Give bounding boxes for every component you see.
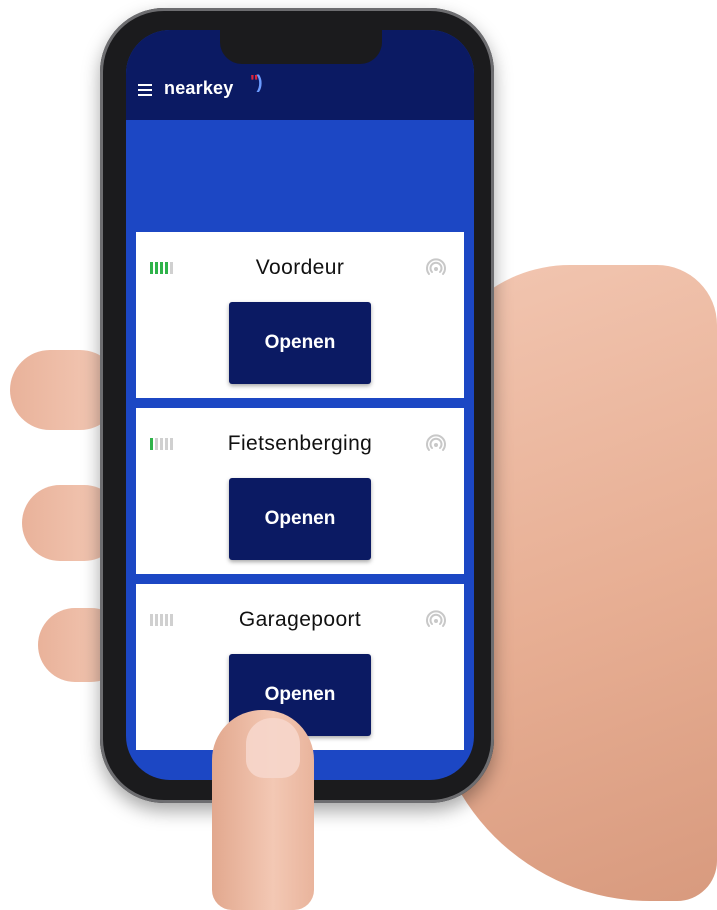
open-door-button[interactable]: Openen (229, 478, 371, 560)
door-card: Voordeur Openen (136, 232, 464, 398)
hamburger-menu-icon[interactable] (138, 84, 152, 96)
phone-device: nearkey ") Voordeur Openen Fietsenbergin… (100, 8, 494, 803)
door-name: Voordeur (255, 256, 345, 279)
door-name: Garagepoort (238, 608, 362, 631)
nfc-signal-icon (426, 434, 446, 451)
app-logo: nearkey (164, 78, 234, 98)
app-screen: nearkey ") Voordeur Openen Fietsenbergin… (126, 30, 474, 780)
door-card: Fietsenberging Openen (136, 408, 464, 574)
open-door-button[interactable]: Openen (229, 302, 371, 384)
logo-signal-icon: ") (250, 72, 263, 92)
thumb-nail (246, 718, 300, 778)
nfc-signal-icon (426, 610, 446, 627)
nfc-signal-icon (426, 258, 446, 275)
door-name: Fietsenberging (227, 432, 373, 455)
phone-notch (220, 30, 382, 64)
